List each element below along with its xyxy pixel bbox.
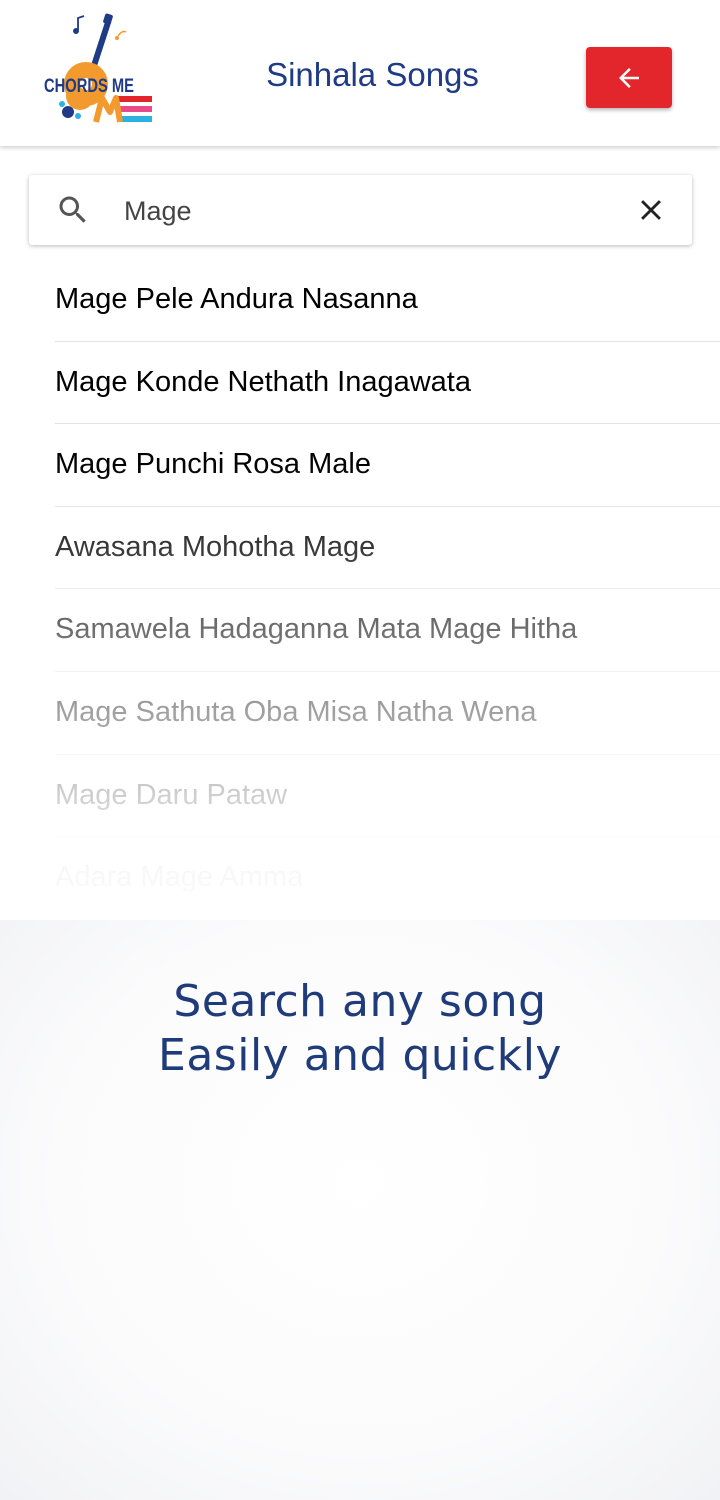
chords-me-logo[interactable]: CHORDS ME — [40, 12, 160, 130]
list-item[interactable]: Mage Pele Andura Nasanna — [55, 259, 720, 342]
list-item[interactable]: Awasana Mohotha Mage — [55, 507, 720, 590]
logo-text: CHORDS ME — [44, 76, 134, 97]
promo-line-1: Search any song — [173, 976, 547, 1027]
list-item[interactable]: Samawela Hadaganna Mata Mage Hitha — [55, 589, 720, 672]
search-input[interactable] — [122, 186, 606, 236]
page-title: Sinhala Songs — [266, 56, 479, 93]
search-icon — [59, 196, 86, 223]
promo-line-2: Easily and quickly — [158, 1030, 562, 1081]
list-item[interactable]: Mage Konde Nethath Inagawata — [55, 342, 720, 425]
promo-banner: Search any song Easily and quickly — [0, 920, 720, 1500]
list-item[interactable]: Mage Daru Pataw — [55, 755, 720, 838]
list-item[interactable]: Mage Punchi Rosa Male — [55, 424, 720, 507]
list-item[interactable]: Adara Mage Amma — [55, 837, 720, 919]
close-icon[interactable] — [634, 193, 668, 227]
list-item[interactable]: Mage Sathuta Oba Misa Natha Wena — [55, 672, 720, 755]
back-button[interactable] — [586, 47, 672, 108]
app-header: CHORDS ME Sinhala Songs — [0, 0, 720, 146]
search-results-list: Mage Pele Andura Nasanna Mage Konde Neth… — [55, 259, 720, 919]
arrow-left-icon — [619, 67, 639, 88]
